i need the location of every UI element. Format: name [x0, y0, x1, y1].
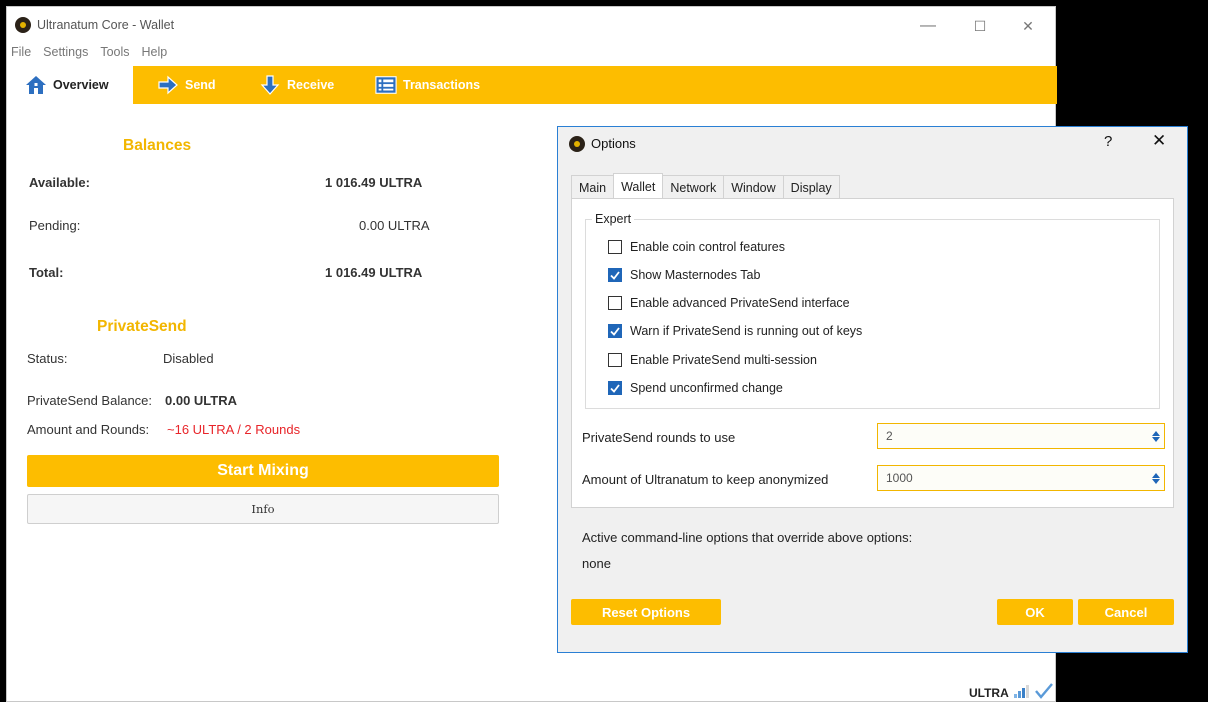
- minimize-button[interactable]: —: [905, 11, 951, 41]
- privatesend-title: PrivateSend: [97, 318, 187, 335]
- rounds-label: PrivateSend rounds to use: [582, 430, 736, 445]
- menu-bar: File Settings Tools Help: [7, 45, 167, 65]
- title-bar: Ultranatum Core - Wallet — ☐ ✕: [7, 7, 1055, 43]
- tab-transactions-label: Transactions: [403, 78, 481, 92]
- privatesend-balance-value: 0.00 ULTRA: [165, 393, 237, 408]
- checkmark-icon[interactable]: [608, 268, 622, 282]
- checkbox-advanced-privatesend[interactable]: Enable advanced PrivateSend interface: [608, 296, 850, 310]
- status-label: Status:: [27, 351, 68, 366]
- options-tab-window[interactable]: Window: [723, 175, 784, 199]
- info-button[interactable]: Info: [27, 494, 499, 524]
- menu-file[interactable]: File: [11, 45, 31, 65]
- anonymized-spinbox[interactable]: 1000: [877, 465, 1165, 491]
- checkbox-label: Enable coin control features: [630, 240, 785, 254]
- options-tab-display[interactable]: Display: [782, 175, 840, 199]
- tab-transactions[interactable]: Transactions: [367, 66, 488, 104]
- synced-check-icon: [1034, 683, 1053, 702]
- status-value: Disabled: [163, 351, 214, 366]
- expert-legend: Expert: [592, 212, 635, 226]
- maximize-button[interactable]: ☐: [957, 11, 1003, 41]
- options-title: Options: [591, 136, 636, 151]
- privatesend-balance-label: PrivateSend Balance:: [27, 393, 153, 408]
- reset-options-button[interactable]: Reset Options: [571, 599, 721, 625]
- checkmark-icon[interactable]: [608, 324, 622, 338]
- options-logo-icon: [569, 136, 585, 152]
- total-value: 1 016.49 ULTRA: [325, 265, 423, 280]
- checkbox-label: Enable PrivateSend multi-session: [630, 353, 817, 367]
- tab-receive[interactable]: Receive: [251, 66, 342, 104]
- checkbox-icon[interactable]: [608, 240, 622, 254]
- anonymized-label: Amount of Ultranatum to keep anonymized: [582, 472, 829, 487]
- help-button[interactable]: ?: [1104, 133, 1112, 150]
- cmdline-value: none: [582, 556, 611, 571]
- wallet-options-panel: Enable coin control features Show Master…: [571, 198, 1174, 508]
- tab-send-label: Send: [185, 78, 216, 92]
- amount-rounds-label: Amount and Rounds:: [27, 422, 150, 437]
- menu-tools[interactable]: Tools: [100, 45, 129, 65]
- anonymized-value[interactable]: 1000: [878, 471, 1148, 485]
- checkbox-icon[interactable]: [608, 296, 622, 310]
- home-icon: [25, 74, 47, 96]
- checkbox-coin-control[interactable]: Enable coin control features: [608, 240, 785, 254]
- options-dialog: Options ? ✕ Main Wallet Network Window D…: [557, 126, 1188, 653]
- cmdline-label: Active command-line options that overrid…: [582, 530, 913, 545]
- spin-arrows-icon[interactable]: [1148, 472, 1164, 484]
- arrow-down-icon: [259, 74, 281, 96]
- main-tab-bar: Overview Send Receive Transactions: [17, 66, 1057, 104]
- amount-rounds-value: ~16 ULTRA / 2 Rounds: [167, 422, 301, 437]
- list-icon: [375, 74, 397, 96]
- checkbox-warn-keys[interactable]: Warn if PrivateSend is running out of ke…: [608, 324, 862, 338]
- options-tab-main[interactable]: Main: [571, 175, 615, 199]
- tab-overview-label: Overview: [53, 78, 109, 92]
- checkmark-icon[interactable]: [608, 381, 622, 395]
- pending-value: 0.00 ULTRA: [359, 218, 430, 233]
- cancel-button[interactable]: Cancel: [1078, 599, 1174, 625]
- checkbox-label: Warn if PrivateSend is running out of ke…: [630, 324, 863, 338]
- tab-send[interactable]: Send: [149, 66, 224, 104]
- total-label: Total:: [29, 265, 64, 280]
- status-unit[interactable]: ULTRA: [969, 683, 1053, 702]
- checkbox-masternodes-tab[interactable]: Show Masternodes Tab: [608, 268, 760, 282]
- options-tab-wallet[interactable]: Wallet: [613, 173, 664, 199]
- checkbox-label: Spend unconfirmed change: [630, 381, 783, 395]
- checkbox-spend-unconfirmed[interactable]: Spend unconfirmed change: [608, 381, 783, 395]
- checkbox-label: Enable advanced PrivateSend interface: [630, 296, 850, 310]
- expert-group: Enable coin control features Show Master…: [585, 219, 1160, 409]
- pending-label: Pending:: [29, 218, 81, 233]
- checkbox-label: Show Masternodes Tab: [630, 268, 761, 282]
- checkbox-multi-session[interactable]: Enable PrivateSend multi-session: [608, 353, 817, 367]
- app-logo-icon: [15, 17, 31, 33]
- window-title: Ultranatum Core - Wallet: [37, 18, 175, 32]
- available-value: 1 016.49 ULTRA: [325, 175, 423, 190]
- start-mixing-button[interactable]: Start Mixing: [27, 455, 499, 487]
- rounds-value[interactable]: 2: [878, 429, 1148, 443]
- arrow-right-icon: [157, 74, 179, 96]
- tab-receive-label: Receive: [287, 78, 335, 92]
- status-unit-label: ULTRA: [969, 685, 1009, 700]
- menu-settings[interactable]: Settings: [43, 45, 88, 65]
- options-tab-bar: Main Wallet Network Window Display: [571, 173, 840, 199]
- sync-bars-icon: [1013, 684, 1031, 701]
- menu-help[interactable]: Help: [142, 45, 168, 65]
- close-button[interactable]: ✕: [1005, 11, 1051, 41]
- checkbox-icon[interactable]: [608, 353, 622, 367]
- options-close-button[interactable]: ✕: [1152, 131, 1166, 151]
- rounds-spinbox[interactable]: 2: [877, 423, 1165, 449]
- balances-title: Balances: [123, 137, 192, 154]
- spin-arrows-icon[interactable]: [1148, 430, 1164, 442]
- options-tab-network[interactable]: Network: [662, 175, 725, 199]
- ok-button[interactable]: OK: [997, 599, 1073, 625]
- available-label: Available:: [29, 175, 90, 190]
- tab-overview[interactable]: Overview: [17, 66, 133, 104]
